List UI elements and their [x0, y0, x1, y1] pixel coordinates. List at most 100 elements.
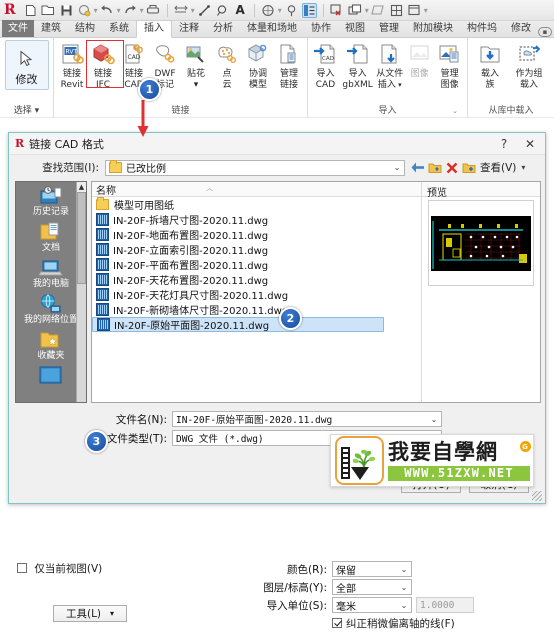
- folder-icon: [96, 197, 109, 210]
- decal-button[interactable]: 贴花 ▾: [181, 40, 211, 90]
- switch-windows-icon[interactable]: [348, 3, 363, 18]
- layers-combo[interactable]: 全部 ⌄: [332, 579, 412, 595]
- tab-annotate[interactable]: 注释: [172, 21, 206, 37]
- help-button[interactable]: ?: [491, 134, 517, 154]
- folder-icon: [109, 160, 122, 173]
- new-icon[interactable]: [23, 3, 38, 18]
- decal-icon: [183, 42, 209, 68]
- undo-icon[interactable]: [100, 3, 115, 18]
- tag-icon[interactable]: [215, 3, 230, 18]
- checkbox-box[interactable]: [332, 618, 342, 628]
- measure-dropdown-icon[interactable]: ▾: [191, 6, 195, 15]
- tab-analyze[interactable]: 分析: [206, 21, 240, 37]
- file-name-combo[interactable]: IN-20F-原始平面图-2020.11.dwg ⌄: [172, 411, 442, 427]
- look-in-combo[interactable]: 已改比例 ⌄: [105, 159, 405, 176]
- tab-view[interactable]: 视图: [338, 21, 372, 37]
- import-gbxml-button[interactable]: 导入 gbXML: [341, 40, 374, 90]
- selected-file-row[interactable]: IN-20F-原始平面图-2020.11.dwg: [92, 317, 384, 332]
- panel-dialog-launcher-icon[interactable]: ⌄: [452, 105, 458, 117]
- scroll-up-icon[interactable]: ▲: [77, 182, 86, 192]
- resize-grip[interactable]: [532, 491, 542, 501]
- panel-select-title[interactable]: 选择 ▾: [3, 102, 50, 117]
- link-revit-button[interactable]: RVT 链接 Revit: [57, 40, 87, 90]
- scale-factor-value: 1.0000: [420, 599, 455, 611]
- colors-combo[interactable]: 保留 ⌄: [332, 561, 412, 577]
- views-dropdown-icon[interactable]: ▾: [521, 163, 525, 172]
- checkbox-box[interactable]: [17, 563, 27, 573]
- qat-dropdown-icon[interactable]: ▾: [424, 6, 428, 15]
- redo-dropdown-icon[interactable]: ▾: [140, 6, 144, 15]
- save-icon[interactable]: [59, 3, 74, 18]
- tab-component-dock[interactable]: 构件坞: [460, 21, 504, 37]
- tab-insert[interactable]: 插入: [136, 20, 172, 38]
- modify-button[interactable]: 修改: [4, 40, 49, 90]
- views-label[interactable]: 查看(V): [480, 160, 516, 175]
- places-scrollbar[interactable]: ▲: [76, 182, 86, 402]
- tab-architecture[interactable]: 建筑: [34, 21, 68, 37]
- default-3d-view-icon[interactable]: [261, 3, 276, 18]
- tab-structure[interactable]: 结构: [68, 21, 102, 37]
- window-icon[interactable]: [389, 3, 404, 18]
- import-gbxml-label-bottom: gbXML: [342, 80, 373, 90]
- overflow-dropdown-icon[interactable]: ▪: [538, 27, 552, 37]
- import-cad-button[interactable]: CAD 导入 CAD: [311, 40, 340, 90]
- close-button[interactable]: ✕: [517, 134, 543, 154]
- section-icon[interactable]: [284, 3, 299, 18]
- tab-overflow[interactable]: ▪ ▾: [538, 27, 554, 37]
- measure-icon[interactable]: [174, 3, 189, 18]
- tab-collaborate[interactable]: 协作: [304, 21, 338, 37]
- import-units-combo[interactable]: 毫米 ⌄: [332, 597, 412, 613]
- user-interface-icon[interactable]: [407, 3, 422, 18]
- print-icon[interactable]: [146, 3, 161, 18]
- close-hidden-windows-icon[interactable]: [330, 3, 345, 18]
- panel-link-title: 链接: [171, 106, 190, 116]
- point-cloud-button[interactable]: 点 云: [212, 40, 242, 90]
- panel-import: CAD 导入 CAD 导入 gbXML 从文件 插入 ▾ 图像 管理 图像 导入…: [308, 38, 468, 117]
- delete-icon[interactable]: [443, 159, 460, 176]
- chevron-down-icon[interactable]: ⌄: [397, 565, 411, 574]
- tab-file[interactable]: 文件: [2, 20, 34, 37]
- chevron-down-icon[interactable]: ▾: [110, 609, 114, 618]
- view-dropdown-icon[interactable]: ▾: [278, 6, 282, 15]
- save-as-icon[interactable]: [77, 3, 92, 18]
- scrollbar-thumb[interactable]: [77, 192, 86, 284]
- svg-text:CAD: CAD: [322, 56, 334, 62]
- place-documents-label: 文档: [41, 243, 60, 253]
- load-as-group-button[interactable]: 作为组 载入: [510, 40, 548, 90]
- manage-links-button[interactable]: 管理 链接: [274, 40, 304, 90]
- tab-massing-site[interactable]: 体量和场地: [240, 21, 304, 37]
- tab-modify[interactable]: 修改: [504, 21, 538, 37]
- chevron-down-icon[interactable]: ⌄: [397, 583, 411, 592]
- undo-dropdown-icon[interactable]: ▾: [117, 6, 121, 15]
- revit-logo[interactable]: R: [4, 3, 16, 17]
- new-folder-icon[interactable]: [460, 159, 477, 176]
- aligned-dimension-icon[interactable]: [197, 3, 212, 18]
- modify-label: 修改: [15, 73, 38, 86]
- tools-button[interactable]: 工具(L) ▾: [53, 605, 127, 622]
- correct-lines-row[interactable]: 纠正稍微偏离轴的线(F): [239, 615, 474, 631]
- redo-icon[interactable]: [123, 3, 138, 18]
- column-header-name[interactable]: 名称: [92, 182, 116, 197]
- chevron-down-icon[interactable]: ⌄: [397, 601, 411, 610]
- coordination-model-button[interactable]: 协调 模型: [243, 40, 273, 90]
- manage-images-button[interactable]: 管理 图像: [435, 40, 464, 90]
- insert-from-file-button[interactable]: 从文件 插入 ▾: [375, 40, 404, 90]
- tab-manage[interactable]: 管理: [372, 21, 406, 37]
- up-one-level-icon[interactable]: [426, 159, 443, 176]
- history-icon: [38, 185, 64, 207]
- open-icon[interactable]: [41, 3, 56, 18]
- back-icon[interactable]: [409, 159, 426, 176]
- switch-windows-dropdown-icon[interactable]: ▾: [365, 6, 369, 15]
- load-family-button[interactable]: 载入 族: [471, 40, 509, 90]
- tab-systems[interactable]: 系统: [102, 21, 136, 37]
- visibility-graphics-icon[interactable]: [371, 3, 386, 18]
- tab-addins[interactable]: 附加模块: [406, 21, 460, 37]
- text-icon[interactable]: A: [233, 3, 248, 18]
- look-in-label: 查找范围(I):: [42, 162, 99, 174]
- dialog-title: 链接 CAD 格式: [29, 137, 104, 151]
- save-as-dropdown-icon[interactable]: ▾: [94, 6, 98, 15]
- chevron-down-icon[interactable]: ⌄: [427, 415, 441, 424]
- chevron-down-icon[interactable]: ⌄: [390, 163, 404, 172]
- file-list[interactable]: 名称 ︿ 模型可用图纸 IN-20F-拆墙尺寸图-2020.11.dwg IN-…: [91, 181, 541, 403]
- thin-lines-icon[interactable]: [301, 2, 317, 18]
